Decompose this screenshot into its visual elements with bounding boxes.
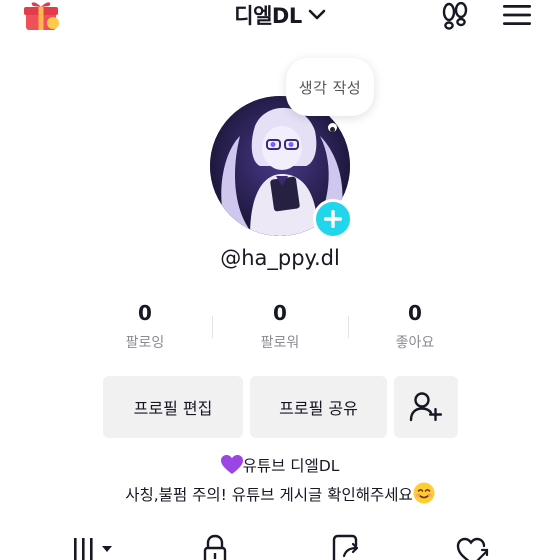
lock-icon	[203, 534, 227, 560]
bio-text-1: 유튜브 디엘DL	[242, 457, 340, 475]
top-bar: 디엘DL	[0, 0, 560, 32]
username: @ha_ppy.dl	[220, 246, 340, 270]
following-label: 팔로잉	[125, 335, 165, 351]
likes-count: 0	[408, 301, 422, 325]
stat-followers[interactable]: 0 팔로워	[215, 298, 345, 352]
stat-divider	[212, 316, 213, 338]
tab-private[interactable]	[200, 532, 240, 560]
thought-bubble-label: 생각 작성	[298, 78, 362, 97]
tab-reposts[interactable]	[330, 532, 370, 560]
plus-icon	[324, 210, 342, 228]
profile-stats: 0 팔로잉 0 팔로워 0 좋아요	[80, 298, 480, 360]
repost-icon	[332, 534, 359, 560]
likes-label: 좋아요	[395, 335, 435, 351]
stat-likes[interactable]: 0 좋아요	[350, 298, 480, 352]
account-name: 디엘DL	[234, 4, 302, 28]
add-user-icon	[409, 392, 442, 422]
hamburger-menu-icon[interactable]	[502, 4, 532, 26]
stat-following[interactable]: 0 팔로잉	[80, 298, 210, 352]
footprints-icon[interactable]	[440, 1, 470, 30]
edit-profile-label: 프로필 편집	[133, 399, 213, 418]
add-friend-button[interactable]	[394, 376, 458, 438]
following-count: 0	[138, 301, 152, 325]
share-profile-button[interactable]: 프로필 공유	[250, 376, 387, 438]
thought-bubble-tail-dot	[330, 127, 335, 132]
purple-heart-emoji	[220, 455, 243, 474]
followers-label: 팔로워	[260, 335, 300, 351]
smiling-face-emoji	[413, 482, 435, 504]
content-tabs	[0, 530, 560, 560]
add-story-button[interactable]	[313, 199, 353, 239]
account-switcher[interactable]: 디엘DL	[234, 0, 326, 30]
tab-videos[interactable]	[72, 532, 112, 560]
chevron-down-icon	[308, 9, 326, 20]
bio-line-1: 유튜브 디엘DL	[0, 454, 560, 476]
thought-bubble[interactable]: 생각 작성	[286, 58, 374, 116]
bio-text-2: 사칭,불펌 주의! 유튜브 게시글 확인해주세요	[125, 486, 413, 504]
edit-profile-button[interactable]: 프로필 편집	[103, 376, 243, 438]
bio-line-2: 사칭,불펌 주의! 유튜브 게시글 확인해주세요	[0, 482, 560, 505]
followers-count: 0	[273, 301, 287, 325]
tab-liked[interactable]	[456, 532, 496, 560]
stat-divider	[348, 316, 349, 338]
liked-icon	[456, 537, 489, 560]
share-profile-label: 프로필 공유	[279, 399, 358, 418]
grid-icon	[74, 538, 112, 560]
